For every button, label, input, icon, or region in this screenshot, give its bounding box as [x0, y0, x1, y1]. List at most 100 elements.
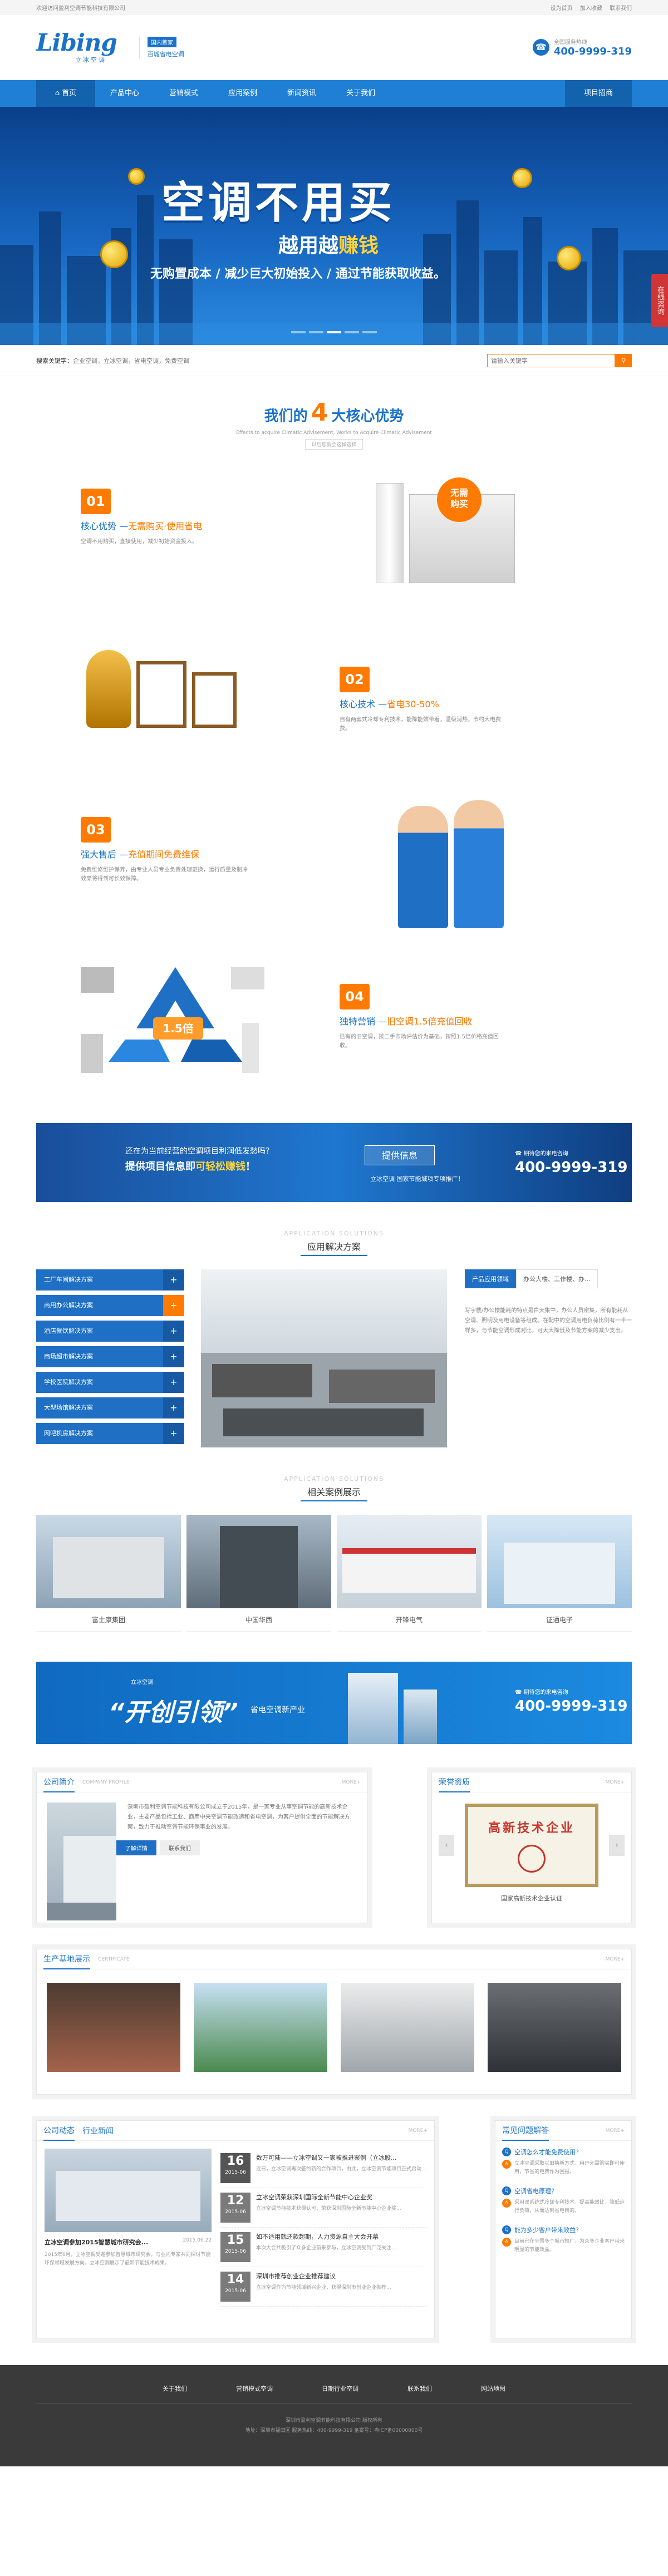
value-badge: 1.5倍	[153, 1017, 203, 1040]
more-link[interactable]: MORE+	[409, 2128, 428, 2134]
footer-link[interactable]: 联系我们	[407, 2384, 432, 2393]
copyright-line-2: 地址：深圳市福田区 服务热线：400-9999-319 备案号：粤ICP备000…	[245, 2428, 423, 2434]
case-photo	[186, 1515, 331, 1608]
news-item[interactable]: 12 2015-06 立冰空调荣获深圳国际全新节能中心企业奖 立冰空调节能技术获得认…	[220, 2188, 426, 2228]
tab-office-building[interactable]: 办公大楼、工作楼、办...	[516, 1269, 598, 1288]
search-input[interactable]	[487, 354, 615, 367]
home-icon: ⌂	[55, 89, 60, 97]
panel-title: 常见问题解答	[502, 2121, 549, 2141]
adv-title-a: 我们的	[264, 408, 308, 425]
featured-news[interactable]: 立冰空调参加2015智慧城市研究会... 2015.06.22 2015年6月，立…	[45, 2149, 212, 2307]
faq-item[interactable]: Q 能为多少客户带来效益？ A 目前已在全国多个城市推广，为众多企业客户带来明显的节…	[502, 2225, 625, 2254]
news-item[interactable]: 14 2015-06 深圳市推荐创业企业推荐建议 立冰空调作为节能领域新兴企业，获得…	[220, 2267, 426, 2307]
factory-photo[interactable]	[194, 1983, 327, 2072]
certificate-caption: 国家高新技术企业认证	[501, 1895, 562, 1902]
nav-marketing[interactable]: 营销模式	[154, 80, 213, 107]
more-link[interactable]: MORE+	[606, 1957, 625, 1962]
tab-industry-news[interactable]: 行业新闻	[82, 2125, 114, 2136]
advantage-04: 1.5倍 04 独特营销 —旧空调1.5倍充值回收 已有的旧空调，按二手市场评估…	[36, 950, 632, 1112]
tab-application-field[interactable]: 产品应用领域	[465, 1269, 516, 1288]
hot-keywords[interactable]: 企业空调，立冰空调，省电空调，免费空调	[73, 356, 189, 365]
news-item[interactable]: 15 2015-06 如不适用就还款超期，人力资源自主大会开幕本次大会共吸引了众多…	[220, 2228, 426, 2267]
footer-link[interactable]: 营销模式空调	[236, 2384, 273, 2393]
nav-project[interactable]: 项目招商	[565, 80, 632, 107]
news-title: 数万可陆——立冰空调又一家被推进案例（立冰股...	[256, 2154, 397, 2161]
footer-link[interactable]: 关于我们	[163, 2384, 187, 2393]
case-card[interactable]: 开锋电气	[337, 1515, 482, 1632]
factory-photo[interactable]	[47, 1983, 180, 2072]
nav-cases[interactable]: 应用案例	[213, 80, 272, 107]
bookmark-link[interactable]: 加入收藏	[580, 6, 602, 12]
online-consult-tab[interactable]: 在线咨询	[651, 274, 668, 327]
solutions-title-en: APPLICATION SOLUTIONS	[284, 1230, 384, 1237]
provide-info-button[interactable]: 提供信息	[365, 1145, 435, 1165]
plus-icon: +	[163, 1372, 184, 1393]
nav-products[interactable]: 产品中心	[95, 80, 154, 107]
hero-banner[interactable]: 空调不用买 越用越赚钱 无购置成本 / 减少巨大初始投入 / 通过节能获取收益。…	[0, 107, 668, 345]
tab-company-news[interactable]: 公司动态	[43, 2121, 75, 2141]
logo[interactable]: Libing 立冰空调	[36, 31, 117, 64]
footer-link[interactable]: 网站地图	[481, 2384, 505, 2393]
promo2-subline: 省电空调新产业	[250, 1706, 305, 1715]
more-link[interactable]: MORE+	[606, 1780, 625, 1785]
faq-panel: 常见问题解答 MORE+ Q 空调怎么才能免费使用？ A 立冰空调采取以旧换新方式，…	[495, 2120, 632, 2338]
carousel-dot[interactable]	[345, 331, 359, 333]
case-card[interactable]: 中国华西	[186, 1515, 331, 1632]
case-card[interactable]: 富士康集团	[36, 1515, 181, 1632]
hotline: ☎ 全国服务热线 400-9999-319	[532, 37, 632, 57]
case-caption: 富士康集团	[36, 1608, 181, 1632]
solution-item[interactable]: 网吧机房解决方案 +	[36, 1423, 184, 1444]
prev-arrow-icon[interactable]: ‹	[439, 1835, 454, 1856]
solution-item[interactable]: 学校医院解决方案 +	[36, 1372, 184, 1393]
logo-sub: 立冰空调	[75, 56, 106, 63]
nav-home[interactable]: ⌂ 首页	[36, 80, 95, 107]
solution-item[interactable]: 工厂车间解决方案 +	[36, 1269, 184, 1291]
solution-item[interactable]: 商场超市解决方案 +	[36, 1346, 184, 1367]
news-summary: 立冰空调作为节能领域新兴企业，获得深圳市创业企业推荐...	[256, 2285, 391, 2291]
next-arrow-icon[interactable]: ›	[609, 1835, 625, 1856]
advantage-desc: 已有的旧空调，按二手市场评估价为基础，按照1.5倍价格充值回收。	[340, 1034, 499, 1049]
advantage-heading-a: 核心技术 —	[340, 699, 387, 710]
carousel-dot-active[interactable]	[327, 331, 341, 333]
contact-us-button[interactable]: 联系我们	[159, 1840, 200, 1855]
news-summary: 本次大会共吸引了众多企业前来参与，立冰空调受到广泛关注...	[256, 2245, 396, 2251]
news-item[interactable]: 16 2015-06 数万可陆——立冰空调又一家被推进案例（立冰股... 近日，立冰…	[220, 2149, 426, 2188]
more-link[interactable]: MORE+	[606, 2128, 625, 2134]
faq-item[interactable]: Q 空调怎么才能免费使用？ A 立冰空调采取以旧换新方式，用户无需购买即可使用，节省…	[502, 2148, 625, 2176]
case-card[interactable]: 证通电子	[487, 1515, 632, 1632]
learn-more-button[interactable]: 了解详情	[116, 1840, 156, 1855]
solution-item[interactable]: 酒店餐饮解决方案 +	[36, 1321, 184, 1342]
advantage-heading: 核心优势 —无需购买·使用省电	[81, 519, 248, 532]
advantage-heading-a: 强大售后 —	[81, 849, 129, 860]
promo-tel-number: 400-9999-319	[515, 1159, 628, 1176]
carousel-dots	[0, 327, 668, 335]
factory-photo[interactable]	[341, 1983, 474, 2072]
news-title: 立冰空调荣获深圳国际全新节能中心企业奖	[256, 2194, 372, 2201]
carousel-dot[interactable]	[291, 331, 306, 333]
cases-title: APPLICATION SOLUTIONS 相关案例展示	[36, 1475, 632, 1501]
phone-icon: ☎	[515, 1151, 524, 1157]
carousel-dot[interactable]	[309, 331, 323, 333]
plus-icon: +	[163, 1346, 184, 1367]
carousel-dot[interactable]	[362, 331, 377, 333]
set-home-link[interactable]: 设为首页	[551, 6, 573, 12]
nav-about[interactable]: 关于我们	[331, 80, 390, 107]
solution-list: 工厂车间解决方案 + 商用办公解决方案 + 酒店餐饮解决方案 + 商场超市解决方案 + …	[36, 1269, 184, 1447]
search-button[interactable]: ⚲	[615, 354, 632, 367]
faq-answer: 采用双系统式冷却专利技术，提高能效比，降低运行负荷，从而达到省电目的。	[514, 2200, 625, 2214]
more-link[interactable]: MORE+	[342, 1780, 361, 1785]
footer-link[interactable]: 日期行业空调	[322, 2384, 358, 2393]
faq-item[interactable]: Q 空调省电原理？ A 采用双系统式冷却专利技术，提高能效比，降低运行负荷，从而达到…	[502, 2186, 625, 2215]
news-title: 如不适用就还款超期，人力资源自主大会开幕	[256, 2233, 379, 2240]
copyright: 深圳市盈利空调节能科技有限公司 版权所有 地址：深圳市福田区 服务热线：400-…	[0, 2416, 668, 2436]
contact-link[interactable]: 联系我们	[610, 6, 632, 12]
solution-item-active[interactable]: 商用办公解决方案 +	[36, 1295, 184, 1316]
solution-item[interactable]: 大型场馆解决方案 +	[36, 1397, 184, 1418]
news-list: 16 2015-06 数万可陆——立冰空调又一家被推进案例（立冰股... 近日，立冰…	[220, 2149, 426, 2307]
news-date-badge: 15 2015-06	[220, 2232, 250, 2262]
copyright-line-1: 深圳市盈利空调节能科技有限公司 版权所有	[286, 2418, 382, 2424]
factory-photo[interactable]	[488, 1983, 621, 2072]
banner-sub-b: 赚钱	[338, 234, 379, 257]
case-caption: 开锋电气	[337, 1608, 482, 1632]
nav-news[interactable]: 新闻资讯	[272, 80, 331, 107]
